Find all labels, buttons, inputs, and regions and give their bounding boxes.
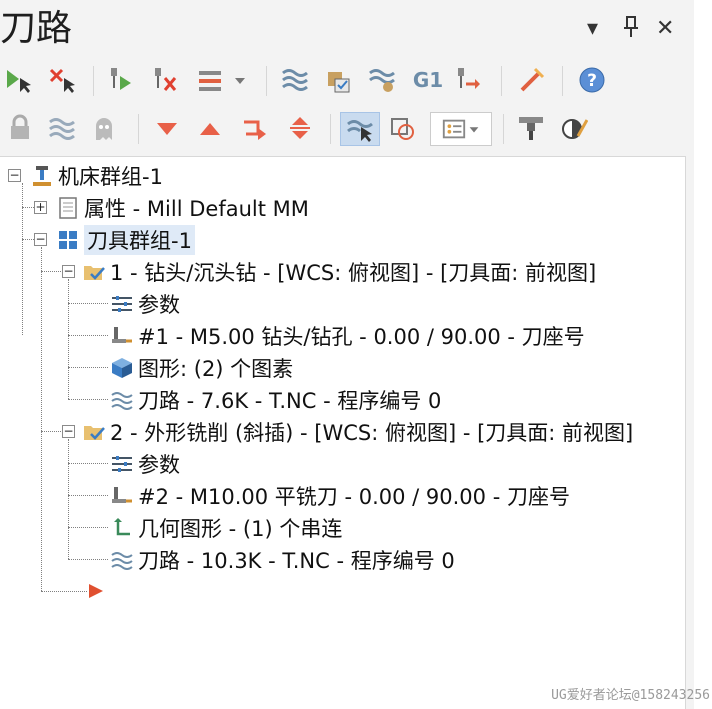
collapse-op2-button[interactable]: − xyxy=(62,425,75,438)
tool-group-icon xyxy=(56,228,80,252)
op1-toolpath[interactable]: 刀路 - 7.6K - T.NC - 程序编号 0 xyxy=(110,385,441,415)
properties-icon xyxy=(56,196,80,220)
toolpath-icon xyxy=(110,548,134,572)
collapse-tool-group-button[interactable]: − xyxy=(34,233,47,246)
insert-arrow-marker-icon[interactable] xyxy=(88,583,104,599)
deselect-all-operations-icon[interactable] xyxy=(48,66,76,94)
right-scroll-track[interactable] xyxy=(694,0,712,709)
ghost-icon[interactable] xyxy=(90,114,118,142)
tree-tool-group[interactable]: 刀具群组-1 xyxy=(56,225,195,255)
panel-dropdown-icon[interactable]: ▾ xyxy=(587,14,598,44)
verify-icon[interactable] xyxy=(325,66,353,94)
op2-parameters[interactable]: 参数 xyxy=(110,449,180,479)
drill-tool-icon xyxy=(110,324,134,348)
op1-tool[interactable]: #1 - M5.00 钻头/钻孔 - 0.00 / 90.00 - 刀座号 xyxy=(110,321,585,351)
tree-operation-1[interactable]: 1 - 钻头/沉头钻 - [WCS: 俯视图] - [刀具面: 前视图] xyxy=(82,257,596,287)
watermark: UG爱好者论坛@158243256 xyxy=(551,688,710,703)
panel-title: 刀路 xyxy=(0,8,73,49)
regenerate-dirty-icon[interactable] xyxy=(150,66,178,94)
toggle-display-dropdown-icon[interactable] xyxy=(232,66,248,94)
op1-toolpath-label: 刀路 - 7.6K - T.NC - 程序编号 0 xyxy=(138,389,442,413)
operation-2-label: 2 - 外形铣削 (斜插) - [WCS: 俯视图] - [刀具面: 前视图] xyxy=(110,421,634,445)
highlight-icon[interactable] xyxy=(517,66,545,94)
op1-geometry-label: 图形: (2) 个图素 xyxy=(138,357,294,381)
help-icon[interactable]: ? xyxy=(578,66,606,94)
operation-folder-check-icon xyxy=(82,420,106,444)
backplot-icon[interactable] xyxy=(281,66,309,94)
op1-geometry[interactable]: 图形: (2) 个图素 xyxy=(110,353,293,383)
op2-geometry[interactable]: 几何图形 - (1) 个串连 xyxy=(110,513,342,543)
operation-1-label: 1 - 钻头/沉头钻 - [WCS: 俯视图] - [刀具面: 前视图] xyxy=(110,261,597,285)
expand-properties-button[interactable]: + xyxy=(34,201,47,214)
parameters-icon xyxy=(110,292,134,316)
select-all-operations-icon[interactable] xyxy=(4,66,32,94)
op2-geometry-label: 几何图形 - (1) 个串连 xyxy=(138,517,343,541)
view-selected-icon[interactable] xyxy=(389,114,417,142)
regenerate-selected-icon[interactable] xyxy=(106,66,134,94)
toolpath-icon xyxy=(110,388,134,412)
simulate-icon[interactable] xyxy=(368,66,396,94)
op1-parameters[interactable]: 参数 xyxy=(110,289,180,319)
collapse-root-button[interactable]: − xyxy=(8,169,21,182)
select-mode-icon[interactable] xyxy=(340,112,380,146)
parameters-icon xyxy=(110,452,134,476)
tool-manager-icon[interactable] xyxy=(517,114,545,142)
collapse-op1-button[interactable]: − xyxy=(62,265,75,278)
lock-icon[interactable] xyxy=(6,114,34,142)
post-selected-icon[interactable] xyxy=(453,66,481,94)
pin-icon[interactable] xyxy=(622,14,640,50)
op1-parameters-label: 参数 xyxy=(138,293,180,317)
tree-properties[interactable]: 属性 - Mill Default MM xyxy=(56,193,309,223)
op1-tool-label: #1 - M5.00 钻头/钻孔 - 0.00 / 90.00 - 刀座号 xyxy=(138,325,585,349)
endmill-tool-icon xyxy=(110,484,134,508)
move-down-icon[interactable] xyxy=(153,114,181,142)
toggle-toolpath-icon[interactable] xyxy=(48,114,76,142)
tree-operation-2[interactable]: 2 - 外形铣削 (斜插) - [WCS: 俯视图] - [刀具面: 前视图] xyxy=(82,417,633,447)
svg-text:?: ? xyxy=(587,71,597,91)
tree-root-machine-group[interactable]: 机床群组-1 xyxy=(30,161,163,191)
op2-tool[interactable]: #2 - M10.00 平铣刀 - 0.00 / 90.00 - 刀座号 xyxy=(110,481,570,511)
close-icon[interactable]: ✕ xyxy=(656,14,674,44)
g1-post-icon[interactable]: G1 xyxy=(413,66,443,94)
geometry-cube-icon xyxy=(110,356,134,380)
op2-toolpath[interactable]: 刀路 - 10.3K - T.NC - 程序编号 0 xyxy=(110,545,455,575)
machine-group-icon xyxy=(30,164,54,188)
move-up-icon[interactable] xyxy=(196,114,224,142)
operation-folder-check-icon xyxy=(82,260,106,284)
chain-geometry-icon xyxy=(110,516,134,540)
machine-group-label: 机床群组-1 xyxy=(58,165,163,189)
properties-label: 属性 - Mill Default MM xyxy=(84,197,309,221)
insert-arrow-icon[interactable] xyxy=(240,114,268,142)
expand-collapse-icon[interactable] xyxy=(286,114,314,142)
op2-tool-label: #2 - M10.00 平铣刀 - 0.00 / 90.00 - 刀座号 xyxy=(138,485,570,509)
toolpaths-panel: 刀路 ▾ ✕ G1 ? − + − − − 机床群组-1 属性 - Mill D… xyxy=(0,0,694,709)
tool-group-label: 刀具群组-1 xyxy=(84,225,195,255)
display-options-icon[interactable] xyxy=(560,114,588,142)
toggle-display-icon[interactable] xyxy=(196,66,224,94)
filter-dropdown[interactable] xyxy=(430,112,492,146)
op2-toolpath-label: 刀路 - 10.3K - T.NC - 程序编号 0 xyxy=(138,549,455,573)
operations-tree[interactable]: − + − − − 机床群组-1 属性 - Mill Default MM 刀具… xyxy=(0,156,686,709)
op2-parameters-label: 参数 xyxy=(138,453,180,477)
